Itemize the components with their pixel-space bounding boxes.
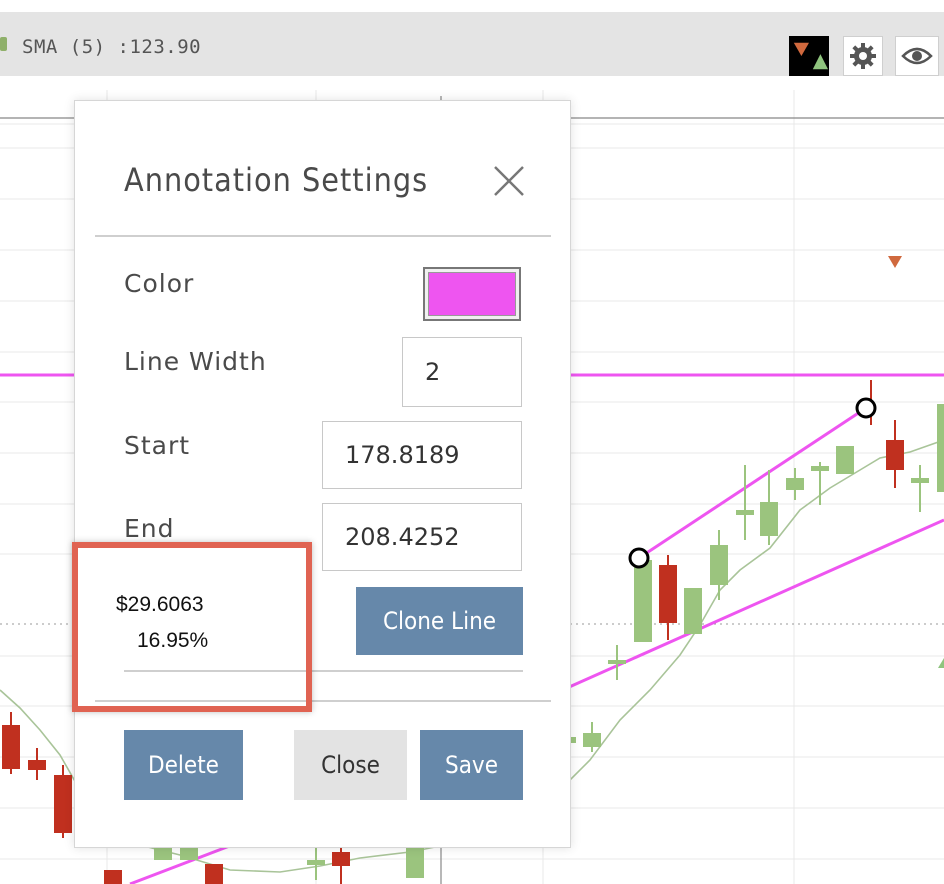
sma-legend-swatch: [0, 37, 7, 51]
annotation-settings-dialog: Annotation Settings Color Line Width Sta…: [74, 100, 571, 848]
highlight-box: [72, 542, 312, 712]
close-button[interactable]: Close: [294, 730, 407, 800]
save-button[interactable]: Save: [420, 730, 523, 800]
start-field[interactable]: [322, 421, 522, 489]
color-label: Color: [124, 269, 195, 298]
clone-line-button[interactable]: Clone Line: [356, 587, 523, 655]
delete-button[interactable]: Delete: [124, 730, 243, 800]
chart-toolbar: SMA (5) :123.90: [0, 12, 944, 76]
eye-icon[interactable]: [895, 36, 939, 76]
color-picker[interactable]: [423, 267, 521, 321]
start-label: Start: [124, 431, 191, 460]
title-divider: [95, 235, 551, 237]
gear-icon[interactable]: [843, 36, 883, 76]
line-width-label: Line Width: [124, 347, 267, 376]
end-label: End: [124, 514, 175, 543]
color-swatch: [428, 272, 516, 316]
dialog-title: Annotation Settings: [124, 161, 429, 199]
up-down-triangles-icon[interactable]: [789, 36, 829, 76]
close-icon[interactable]: [487, 159, 531, 203]
sma-legend-text: SMA (5) :123.90: [22, 36, 202, 58]
top-strip: [0, 0, 944, 12]
end-field[interactable]: [322, 503, 522, 571]
line-width-field[interactable]: [402, 337, 522, 407]
